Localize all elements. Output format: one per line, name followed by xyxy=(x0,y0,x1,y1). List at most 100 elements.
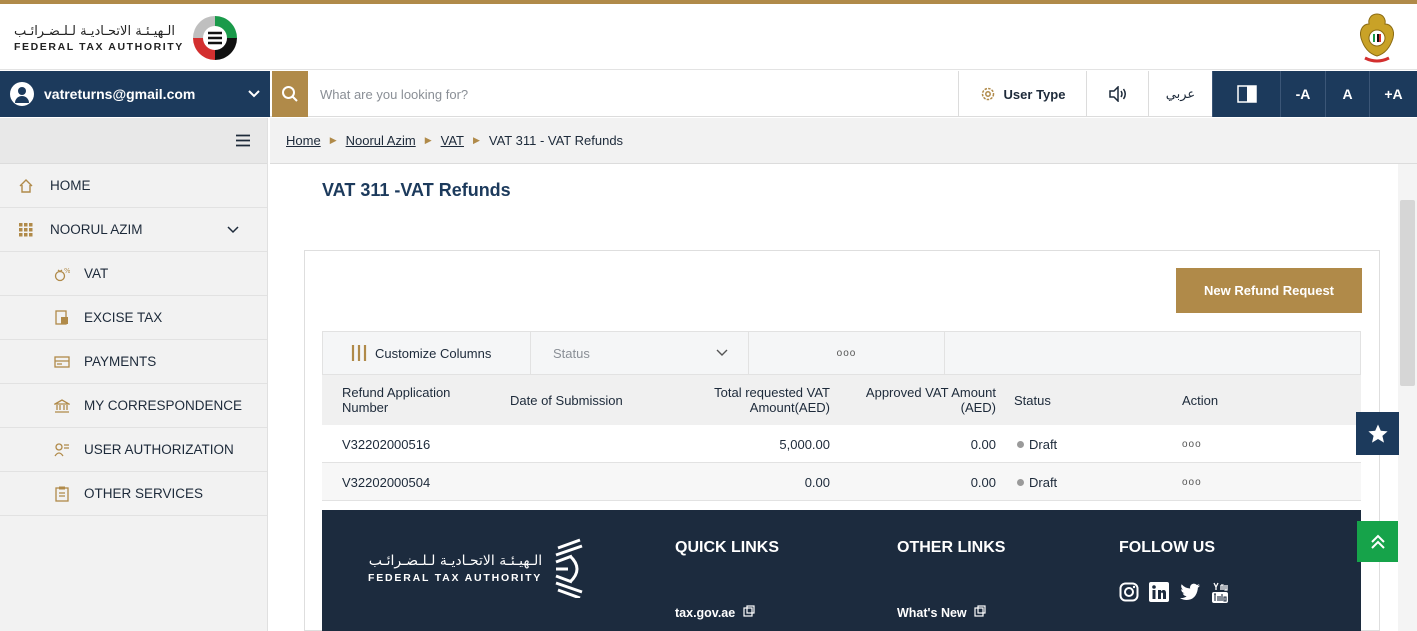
column-header-total[interactable]: Total requested VAT Amount(AED) xyxy=(670,375,830,425)
font-decrease-button[interactable]: -A xyxy=(1280,71,1325,117)
status-label: Draft xyxy=(1029,436,1058,452)
page-title: VAT 311 -VAT Refunds xyxy=(322,180,511,200)
top-navbar: vatreturns@gmail.com User Type عربي -A A… xyxy=(0,71,1417,117)
column-header-status[interactable]: Status xyxy=(1014,375,1094,425)
fta-logo-icon xyxy=(192,16,237,60)
footer-logo[interactable]: الـهيـئـة الاتحـاديـة لـلـضـرائـب FEDERA… xyxy=(368,538,590,598)
new-refund-request-button[interactable]: New Refund Request xyxy=(1176,268,1362,313)
user-avatar-icon xyxy=(10,82,34,106)
status-dot-icon xyxy=(1017,440,1024,448)
table-row[interactable]: V32202000516 5,000.00 0.00 Draft ooo xyxy=(322,425,1361,463)
svg-text:%: % xyxy=(64,267,70,275)
sidebar-item-label: MY CORRESPONDENCE xyxy=(84,398,243,413)
twitter-icon[interactable] xyxy=(1179,582,1201,602)
sidebar-item-label: NOORUL AZIM xyxy=(50,222,143,237)
user-type-label: User Type xyxy=(1003,86,1066,102)
status-filter-select[interactable]: Status xyxy=(531,332,749,374)
account-menu[interactable]: vatreturns@gmail.com xyxy=(0,71,270,117)
status-dot-icon xyxy=(1017,478,1024,486)
scroll-to-top-button[interactable] xyxy=(1357,521,1398,562)
instagram-icon[interactable] xyxy=(1119,582,1139,602)
more-options-button[interactable]: ooo xyxy=(749,332,945,374)
logo-english-text: FEDERAL TAX AUTHORITY xyxy=(14,40,184,53)
breadcrumb-user-link[interactable]: Noorul Azim xyxy=(346,133,416,148)
hamburger-menu-icon[interactable] xyxy=(235,134,251,147)
contrast-toggle-button[interactable] xyxy=(1212,71,1280,117)
cell-approved: 0.00 xyxy=(970,474,996,490)
more-dots-icon: ooo xyxy=(1182,438,1202,450)
sidebar-item-label: USER AUTHORIZATION xyxy=(84,442,234,457)
sidebar-item-vat[interactable]: % VAT xyxy=(0,252,267,296)
chevron-down-icon xyxy=(227,225,239,233)
footer-link-whats-new[interactable]: What's New xyxy=(897,605,986,620)
speaker-icon xyxy=(1108,86,1126,102)
sidebar-item-label: HOME xyxy=(50,178,91,193)
breadcrumb-arrow-icon: ▶ xyxy=(329,135,337,145)
sidebar-item-payments[interactable]: PAYMENTS xyxy=(0,340,267,384)
chevron-down-icon xyxy=(248,90,260,98)
cell-status: Draft xyxy=(1017,425,1057,463)
sidebar-item-my-correspondence[interactable]: MY CORRESPONDENCE xyxy=(0,384,267,428)
arabic-language-button[interactable]: عربي xyxy=(1148,71,1212,117)
footer-logo-arabic: الـهيـئـة الاتحـاديـة لـلـضـرائـب xyxy=(368,552,543,569)
star-icon xyxy=(1367,424,1388,443)
cell-approved: 0.00 xyxy=(970,436,996,452)
sidebar: HOME NOORUL AZIM % VAT EXCISE TAX PAYMEN… xyxy=(0,118,268,631)
row-action-button[interactable]: ooo xyxy=(1182,463,1202,501)
cell-total: 0.00 xyxy=(804,474,830,490)
footer-link-tax-gov[interactable]: tax.gov.ae xyxy=(675,605,755,620)
external-link-icon xyxy=(743,605,755,617)
favorite-button[interactable] xyxy=(1356,412,1399,455)
sidebar-item-label: OTHER SERVICES xyxy=(84,486,204,501)
sidebar-item-excise-tax[interactable]: EXCISE TAX xyxy=(0,296,267,340)
scrollbar-thumb[interactable] xyxy=(1400,200,1415,386)
text-to-speech-button[interactable] xyxy=(1086,71,1148,117)
sidebar-item-user-authorization[interactable]: USER AUTHORIZATION xyxy=(0,428,267,472)
home-icon xyxy=(18,178,34,194)
column-header-date[interactable]: Date of Submission xyxy=(510,375,660,425)
search-button[interactable] xyxy=(272,71,308,117)
linkedin-icon[interactable] xyxy=(1149,582,1169,602)
font-normal-button[interactable]: A xyxy=(1325,71,1369,117)
status-filter-label: Status xyxy=(553,345,590,361)
breadcrumb: Home ▶ Noorul Azim ▶ VAT ▶ VAT 311 - VAT… xyxy=(270,118,1417,164)
breadcrumb-home-link[interactable]: Home xyxy=(286,133,321,148)
column-header-approved[interactable]: Approved VAT Amount (AED) xyxy=(862,375,996,425)
double-chevron-up-icon xyxy=(1370,534,1385,549)
column-header-app-number[interactable]: Refund Application Number xyxy=(342,375,492,425)
cell-status: Draft xyxy=(1017,463,1057,501)
table-header: Refund Application Number Date of Submis… xyxy=(322,375,1361,425)
contrast-icon xyxy=(1236,85,1257,103)
site-header: الـهيـئـة الاتحـاديـة لـلـضـرائـب FEDERA… xyxy=(0,4,1417,70)
account-email: vatreturns@gmail.com xyxy=(44,86,196,102)
customize-columns-label: Customize Columns xyxy=(375,345,492,361)
sidebar-item-label: VAT xyxy=(84,266,109,281)
site-footer: الـهيـئـة الاتحـاديـة لـلـضـرائـب FEDERA… xyxy=(322,510,1361,631)
font-increase-button[interactable]: +A xyxy=(1369,71,1417,117)
cell-total: 5,000.00 xyxy=(779,436,830,452)
breadcrumb-vat-link[interactable]: VAT xyxy=(441,133,464,148)
user-type-menu[interactable]: User Type xyxy=(958,71,1086,117)
status-label: Draft xyxy=(1029,474,1058,490)
table-row[interactable]: V32202000504 0.00 0.00 Draft ooo xyxy=(322,463,1361,501)
column-header-action: Action xyxy=(1182,392,1219,408)
other-links-heading: OTHER LINKS xyxy=(897,539,1006,556)
fta-logo[interactable]: الـهيـئـة الاتحـاديـة لـلـضـرائـب FEDERA… xyxy=(14,8,240,68)
more-dots-icon: ooo xyxy=(1182,476,1202,488)
logo-arabic-text: الـهيـئـة الاتحـاديـة لـلـضـرائـب xyxy=(14,23,176,39)
sidebar-item-other-services[interactable]: OTHER SERVICES xyxy=(0,472,267,516)
user-list-icon xyxy=(54,442,70,458)
breadcrumb-current: VAT 311 - VAT Refunds xyxy=(488,133,624,148)
customize-columns-button[interactable]: Customize Columns xyxy=(323,332,531,374)
quick-links-heading: QUICK LINKS xyxy=(675,539,779,556)
bank-icon xyxy=(54,398,70,414)
row-action-button[interactable]: ooo xyxy=(1182,425,1202,463)
sidebar-item-noorul-azim[interactable]: NOORUL AZIM xyxy=(0,208,267,252)
gear-icon xyxy=(981,87,994,101)
youtube-icon[interactable] xyxy=(1211,582,1229,604)
external-link-icon xyxy=(974,605,986,617)
table-toolbar: Customize Columns Status ooo xyxy=(322,331,1361,375)
sidebar-item-home[interactable]: HOME xyxy=(0,164,267,208)
more-dots-icon: ooo xyxy=(836,347,857,359)
search-input[interactable] xyxy=(320,71,940,117)
